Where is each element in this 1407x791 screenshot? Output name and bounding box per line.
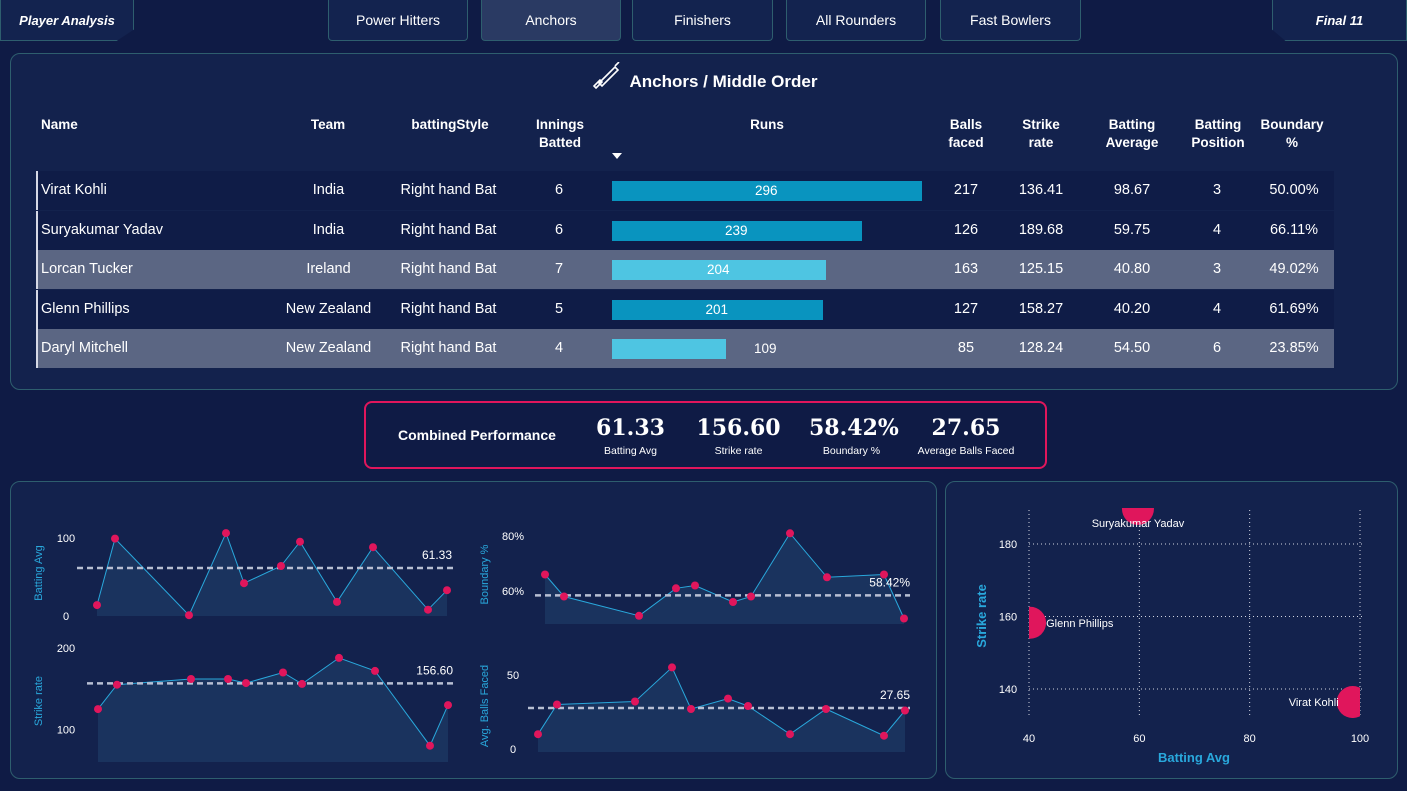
scatter-chart: 40 60 80 100 140 160 180 Suryakumar Yadav Glenn … (974, 508, 1369, 765)
scatter-point-label: Suryakumar Yadav (1092, 518, 1185, 530)
y-axis-label: Strike rate (974, 584, 989, 648)
y-tick-label: 140 (999, 684, 1017, 696)
x-axis-label: Batting Avg (1158, 750, 1230, 765)
scatter-point (1029, 606, 1047, 639)
y-tick-label: 160 (999, 612, 1017, 624)
x-tick-label: 60 (1133, 733, 1145, 745)
scatter-point (1336, 686, 1360, 718)
x-tick-label: 40 (1023, 733, 1035, 745)
y-tick-label: 180 (999, 539, 1017, 551)
x-tick-label: 100 (1351, 733, 1369, 745)
x-tick-label: 80 (1244, 733, 1256, 745)
scatter-point-label: Glenn Phillips (1046, 618, 1114, 630)
scatter-point-label: Virat Kohli (1289, 697, 1339, 709)
